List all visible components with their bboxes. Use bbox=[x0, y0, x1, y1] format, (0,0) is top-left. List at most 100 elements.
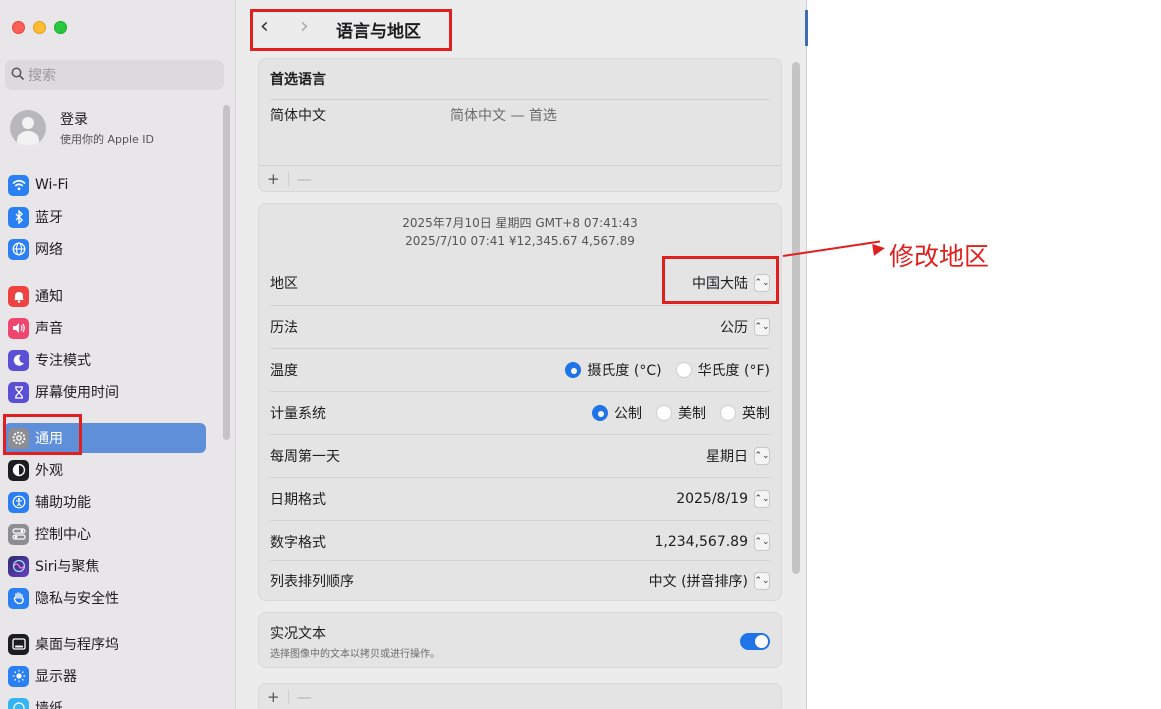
sidebar-item-label: 声音 bbox=[35, 321, 63, 337]
sidebar-scrollbar[interactable] bbox=[223, 105, 230, 440]
sidebar-item-wifi[interactable]: Wi-Fi bbox=[4, 170, 206, 200]
fahrenheit-radio[interactable]: 华氏度 (°F) bbox=[675, 360, 770, 380]
wallpaper-icon bbox=[8, 697, 29, 709]
region-highlight bbox=[662, 256, 779, 304]
radio-unselected-icon bbox=[720, 405, 736, 421]
remove-language-button[interactable]: — bbox=[297, 170, 312, 188]
number-format-select[interactable]: 1,234,567.89 ⌃⌄ bbox=[654, 533, 770, 551]
sidebar-item-label: 屏幕使用时间 bbox=[35, 385, 119, 401]
sidebar-item-notifications[interactable]: 通知 bbox=[4, 281, 206, 311]
date-format-select[interactable]: 2025/8/19 ⌃⌄ bbox=[676, 490, 770, 508]
live-text-title: 实况文本 bbox=[270, 625, 326, 642]
celsius-label: 摄氏度 (°C) bbox=[587, 363, 662, 379]
measurement-radio-group: 公制 美制 英制 bbox=[592, 403, 770, 423]
main-pane: ‹ › 语言与地区 首选语言 简体中文 简体中文 — 首选 + — 2025年7… bbox=[236, 0, 806, 709]
uk-radio[interactable]: 英制 bbox=[720, 403, 770, 423]
chevron-updown-icon: ⌃⌄ bbox=[754, 447, 770, 465]
siri-icon bbox=[8, 555, 29, 577]
sidebar-item-bluetooth[interactable]: 蓝牙 bbox=[4, 202, 206, 232]
sidebar: 搜索 登录 使用你的 Apple ID Wi-Fi 蓝牙 网络 通知 声音 专注… bbox=[0, 0, 236, 709]
temperature-label: 温度 bbox=[270, 363, 298, 379]
sun-icon bbox=[8, 665, 29, 687]
celsius-radio[interactable]: 摄氏度 (°C) bbox=[565, 360, 662, 380]
sidebar-item-label: 通知 bbox=[35, 289, 63, 305]
format-preview-line2: 2025/7/10 07:41 ¥12,345.67 4,567.89 bbox=[405, 234, 635, 248]
live-text-toggle[interactable] bbox=[740, 632, 770, 650]
sidebar-item-privacy[interactable]: 隐私与安全性 bbox=[4, 583, 206, 613]
speaker-icon bbox=[8, 317, 29, 339]
date-format-label: 日期格式 bbox=[270, 492, 326, 508]
live-text-row: 实况文本 选择图像中的文本以拷贝或进行操作。 bbox=[259, 618, 781, 664]
close-button[interactable] bbox=[12, 21, 25, 34]
sidebar-item-sound[interactable]: 声音 bbox=[4, 313, 206, 343]
sidebar-item-label: 显示器 bbox=[35, 669, 77, 685]
sidebar-item-label: 蓝牙 bbox=[35, 210, 63, 226]
sidebar-item-label: 桌面与程序坞 bbox=[35, 637, 119, 653]
list-sort-select[interactable]: 中文 (拼音排序) ⌃⌄ bbox=[649, 571, 770, 591]
first-day-value: 星期日 bbox=[706, 449, 748, 465]
live-text-description: 选择图像中的文本以拷贝或进行操作。 bbox=[270, 648, 440, 660]
zoom-button[interactable] bbox=[54, 21, 67, 34]
sidebar-item-accessibility[interactable]: 辅助功能 bbox=[4, 487, 206, 517]
temperature-row: 温度 摄氏度 (°C) 华氏度 (°F) bbox=[259, 349, 781, 391]
search-field[interactable]: 搜索 bbox=[5, 60, 224, 90]
radio-selected-icon bbox=[565, 362, 582, 378]
apple-id-signin[interactable]: 登录 使用你的 Apple ID bbox=[10, 109, 154, 147]
wifi-icon bbox=[8, 174, 29, 196]
radio-unselected-icon bbox=[656, 405, 672, 421]
format-preview: 2025年7月10日 星期四 GMT+8 07:41:43 2025/7/10 … bbox=[259, 214, 781, 250]
preferred-languages-panel: 首选语言 简体中文 简体中文 — 首选 + — bbox=[258, 58, 782, 192]
sidebar-item-label: Wi-Fi bbox=[35, 177, 69, 193]
sidebar-item-displays[interactable]: 显示器 bbox=[4, 661, 206, 691]
chevron-updown-icon: ⌃⌄ bbox=[754, 318, 770, 336]
date-format-value: 2025/8/19 bbox=[676, 491, 748, 507]
main-scrollbar[interactable] bbox=[792, 62, 800, 574]
sidebar-item-label: 控制中心 bbox=[35, 527, 91, 543]
region-label: 地区 bbox=[270, 276, 298, 292]
sidebar-item-label: 网络 bbox=[35, 242, 63, 258]
temperature-radio-group: 摄氏度 (°C) 华氏度 (°F) bbox=[565, 360, 770, 380]
chevron-updown-icon: ⌃⌄ bbox=[754, 490, 770, 508]
add-language-button[interactable]: + bbox=[267, 170, 280, 188]
metric-radio[interactable]: 公制 bbox=[592, 403, 642, 423]
number-format-value: 1,234,567.89 bbox=[654, 534, 748, 550]
sidebar-item-desktop-dock[interactable]: 桌面与程序坞 bbox=[4, 629, 206, 659]
sidebar-item-wallpaper[interactable]: 墙纸 bbox=[4, 693, 206, 709]
apps-language-panel: + — bbox=[258, 683, 782, 709]
sidebar-item-screen-time[interactable]: 屏幕使用时间 bbox=[4, 377, 206, 407]
remove-app-button[interactable]: — bbox=[297, 688, 312, 706]
list-sort-row: 列表排列顺序 中文 (拼音排序) ⌃⌄ bbox=[259, 560, 781, 602]
us-label: 美制 bbox=[678, 406, 706, 422]
sidebar-item-focus[interactable]: 专注模式 bbox=[4, 345, 206, 375]
calendar-value: 公历 bbox=[720, 320, 748, 336]
moon-icon bbox=[8, 349, 29, 371]
calendar-select[interactable]: 公历 ⌃⌄ bbox=[720, 317, 770, 337]
date-format-row: 日期格式 2025/8/19 ⌃⌄ bbox=[259, 478, 781, 520]
sidebar-item-network[interactable]: 网络 bbox=[4, 234, 206, 264]
sidebar-item-label: 外观 bbox=[35, 463, 63, 479]
format-preview-line1: 2025年7月10日 星期四 GMT+8 07:41:43 bbox=[402, 216, 638, 230]
sidebar-item-control-center[interactable]: 控制中心 bbox=[4, 519, 206, 549]
calendar-row: 历法 公历 ⌃⌄ bbox=[259, 306, 781, 348]
language-row[interactable]: 简体中文 简体中文 — 首选 bbox=[259, 99, 781, 131]
chevron-updown-icon: ⌃⌄ bbox=[754, 572, 770, 590]
sidebar-item-appearance[interactable]: 外观 bbox=[4, 455, 206, 485]
user-subtitle: 使用你的 Apple ID bbox=[60, 133, 155, 146]
sidebar-item-label: 辅助功能 bbox=[35, 495, 91, 511]
language-name: 简体中文 bbox=[270, 108, 326, 124]
sidebar-item-siri[interactable]: Siri与聚焦 bbox=[4, 551, 206, 581]
title-highlight bbox=[250, 9, 452, 51]
settings-window: 搜索 登录 使用你的 Apple ID Wi-Fi 蓝牙 网络 通知 声音 专注… bbox=[0, 0, 807, 709]
globe-icon bbox=[8, 238, 29, 260]
arrow-head-icon bbox=[872, 242, 886, 256]
first-day-select[interactable]: 星期日 ⌃⌄ bbox=[706, 446, 770, 466]
us-radio[interactable]: 美制 bbox=[656, 403, 706, 423]
add-app-button[interactable]: + bbox=[267, 688, 280, 706]
first-day-label: 每周第一天 bbox=[270, 449, 340, 465]
number-format-label: 数字格式 bbox=[270, 535, 326, 551]
sidebar-item-label: Siri与聚焦 bbox=[35, 559, 100, 575]
minimize-button[interactable] bbox=[33, 21, 46, 34]
user-name: 登录 bbox=[60, 112, 88, 128]
list-sort-label: 列表排列顺序 bbox=[270, 574, 354, 590]
sidebar-item-label: 隐私与安全性 bbox=[35, 591, 119, 607]
